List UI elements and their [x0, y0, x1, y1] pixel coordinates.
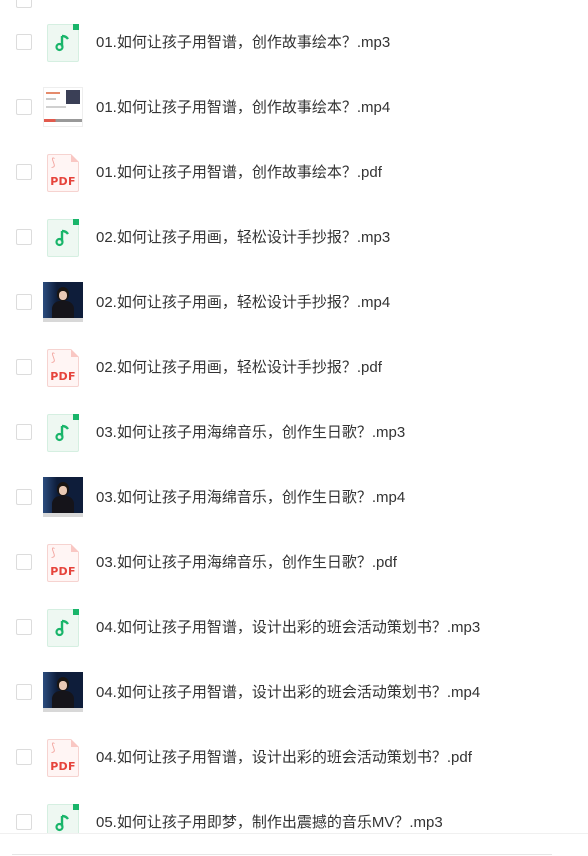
checkbox[interactable]: [16, 229, 32, 245]
file-name[interactable]: 02.如何让孩子用画，轻松设计手抄报？.mp4: [96, 294, 390, 312]
checkbox[interactable]: [16, 359, 32, 375]
file-name[interactable]: 01.如何让孩子用智谱，创作故事绘本？.mp4: [96, 99, 390, 117]
file-name[interactable]: 04.如何让孩子用智谱，设计出彩的班会活动策划书？.pdf: [96, 749, 472, 767]
video-thumbnail: [43, 282, 83, 322]
pdf-badge: PDF: [50, 370, 76, 383]
file-name[interactable]: 03.如何让孩子用海绵音乐，创作生日歌？.mp4: [96, 489, 405, 507]
bottom-toolbar: [0, 833, 588, 856]
file-name[interactable]: 03.如何让孩子用海绵音乐，创作生日歌？.pdf: [96, 554, 397, 572]
pdf-file-icon: ⟆ PDF: [47, 739, 79, 777]
pdf-file-icon: ⟆ PDF: [47, 544, 79, 582]
video-thumbnail: [43, 477, 83, 517]
checkbox[interactable]: [16, 0, 32, 8]
audio-file-icon: [47, 609, 79, 647]
file-row[interactable]: ⟆ PDF 03.如何让孩子用海绵音乐，创作生日歌？.pdf: [0, 530, 588, 595]
checkbox[interactable]: [16, 749, 32, 765]
checkbox[interactable]: [16, 684, 32, 700]
checkbox[interactable]: [16, 814, 32, 830]
file-name[interactable]: 01.如何让孩子用智谱，创作故事绘本？.mp3: [96, 34, 390, 52]
checkbox[interactable]: [16, 424, 32, 440]
file-row[interactable]: ⟆ PDF 04.如何让孩子用智谱，设计出彩的班会活动策划书？.pdf: [0, 725, 588, 790]
pdf-file-icon: ⟆ PDF: [47, 154, 79, 192]
checkbox[interactable]: [16, 619, 32, 635]
file-row[interactable]: 01.如何让孩子用智谱，创作故事绘本？.mp4: [0, 75, 588, 140]
file-name[interactable]: 04.如何让孩子用智谱，设计出彩的班会活动策划书？.mp3: [96, 619, 480, 637]
checkbox[interactable]: [16, 489, 32, 505]
file-row[interactable]: 02.如何让孩子用画，轻松设计手抄报？.mp4: [0, 270, 588, 335]
file-name[interactable]: 03.如何让孩子用海绵音乐，创作生日歌？.mp3: [96, 424, 405, 442]
video-thumbnail: [43, 87, 83, 127]
file-name[interactable]: 05.如何让孩子用即梦，制作出震撼的音乐MV？.mp3: [96, 814, 443, 832]
pdf-badge: PDF: [50, 565, 76, 578]
checkbox[interactable]: [16, 294, 32, 310]
file-row[interactable]: 03.如何让孩子用海绵音乐，创作生日歌？.mp3: [0, 400, 588, 465]
audio-file-icon: [47, 219, 79, 257]
file-row[interactable]: 01.如何让孩子用智谱，创作故事绘本？.mp3: [0, 10, 588, 75]
checkbox[interactable]: [16, 554, 32, 570]
audio-file-icon: [47, 414, 79, 452]
file-name[interactable]: 01.如何让孩子用智谱，创作故事绘本？.pdf: [96, 164, 382, 182]
checkbox[interactable]: [16, 34, 32, 50]
pdf-file-icon: ⟆ PDF: [47, 349, 79, 387]
file-row[interactable]: ⟆ PDF 02.如何让孩子用画，轻松设计手抄报？.pdf: [0, 335, 588, 400]
pdf-badge: PDF: [50, 175, 76, 188]
file-row[interactable]: 04.如何让孩子用智谱，设计出彩的班会活动策划书？.mp4: [0, 660, 588, 725]
checkbox[interactable]: [16, 164, 32, 180]
video-thumbnail: [43, 672, 83, 712]
file-name[interactable]: 02.如何让孩子用画，轻松设计手抄报？.mp3: [96, 229, 390, 247]
file-row[interactable]: 03.如何让孩子用海绵音乐，创作生日歌？.mp4: [0, 465, 588, 530]
file-list: 01.如何让孩子用智谱，创作故事绘本？.mp3 01.如何让孩子用智谱，创作故事…: [0, 10, 588, 855]
audio-file-icon: [47, 24, 79, 62]
file-row[interactable]: 04.如何让孩子用智谱，设计出彩的班会活动策划书？.mp3: [0, 595, 588, 660]
file-row[interactable]: 02.如何让孩子用画，轻松设计手抄报？.mp3: [0, 205, 588, 270]
file-name[interactable]: 04.如何让孩子用智谱，设计出彩的班会活动策划书？.mp4: [96, 684, 480, 702]
pdf-badge: PDF: [50, 760, 76, 773]
checkbox[interactable]: [16, 99, 32, 115]
file-row[interactable]: ⟆ PDF 01.如何让孩子用智谱，创作故事绘本？.pdf: [0, 140, 588, 205]
file-name[interactable]: 02.如何让孩子用画，轻松设计手抄报？.pdf: [96, 359, 382, 377]
